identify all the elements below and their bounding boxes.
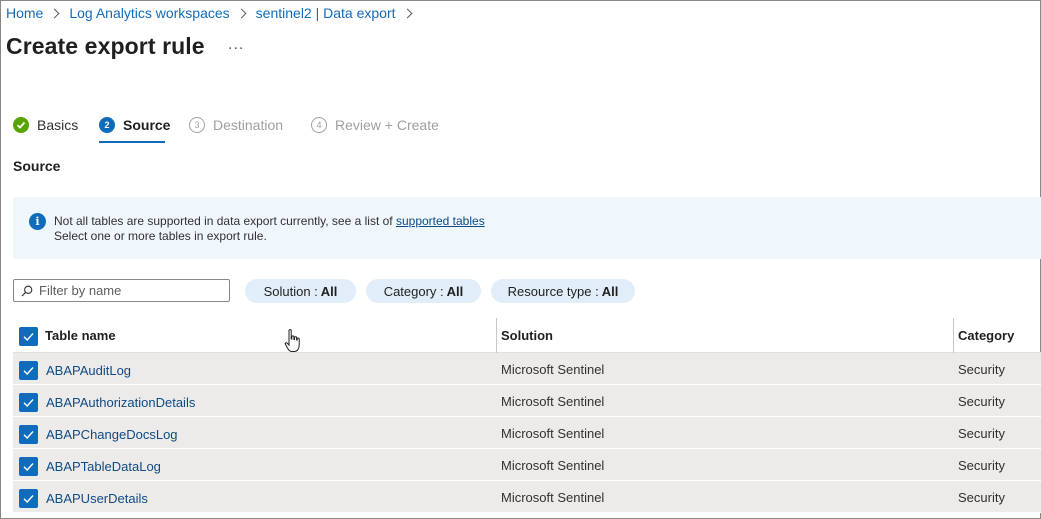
table-header: Table name Solution Category <box>13 318 1041 353</box>
checkmark-icon <box>23 333 34 342</box>
table-row[interactable]: ABAPTableDataLog Microsoft Sentinel Secu… <box>13 449 1041 481</box>
category-cell: Security <box>958 490 1005 505</box>
step-number-icon: 2 <box>99 117 115 133</box>
checkmark-icon <box>23 495 34 504</box>
checkmark-icon <box>23 431 34 440</box>
step-number-icon: 4 <box>311 117 327 133</box>
solution-cell: Microsoft Sentinel <box>501 426 605 441</box>
more-options-button[interactable]: ... <box>228 36 244 54</box>
category-cell: Security <box>958 458 1005 473</box>
table-name-cell[interactable]: ABAPAuditLog <box>46 363 131 378</box>
info-line-1: Not all tables are supported in data exp… <box>54 214 396 228</box>
solution-filter-pill[interactable]: Solution : All <box>245 279 356 303</box>
tables-grid: Table name Solution Category ABAPAuditLo… <box>13 318 1041 513</box>
filter-by-name-input[interactable] <box>39 283 219 298</box>
table-name-cell[interactable]: ABAPChangeDocsLog <box>46 427 178 442</box>
resource-type-filter-pill[interactable]: Resource type : All <box>491 279 635 303</box>
chevron-right-icon <box>236 8 247 18</box>
info-line-2: Select one or more tables in export rule… <box>54 229 267 243</box>
info-message-bar: i Not all tables are supported in data e… <box>13 197 1041 259</box>
checkmark-icon <box>13 117 29 133</box>
chevron-right-icon <box>402 8 412 18</box>
step-basics[interactable]: Basics <box>13 117 78 133</box>
pill-value: All <box>320 283 338 299</box>
section-title: Source <box>13 158 61 174</box>
breadcrumb-data-export[interactable]: sentinel2 | Data export <box>256 5 396 21</box>
page-title: Create export rule <box>6 33 205 59</box>
pill-label: Resource type : <box>507 283 599 299</box>
step-destination[interactable]: 3 Destination <box>189 117 283 133</box>
checkmark-icon <box>23 367 34 376</box>
step-label: Destination <box>213 117 284 133</box>
solution-cell: Microsoft Sentinel <box>501 458 605 473</box>
pill-label: Category : <box>383 283 444 299</box>
column-header-category[interactable]: Category <box>958 328 1014 343</box>
table-row[interactable]: ABAPAuthorizationDetails Microsoft Senti… <box>13 385 1041 417</box>
row-checkbox[interactable] <box>19 393 38 412</box>
category-cell: Security <box>958 426 1005 441</box>
step-label: Review + Create <box>335 117 439 133</box>
table-row[interactable]: ABAPAuditLog Microsoft Sentinel Security <box>13 353 1041 385</box>
table-name-cell[interactable]: ABAPUserDetails <box>46 491 148 506</box>
row-checkbox[interactable] <box>19 361 38 380</box>
row-checkbox[interactable] <box>19 457 38 476</box>
pill-value: All <box>601 283 619 299</box>
step-review-create[interactable]: 4 Review + Create <box>311 117 439 133</box>
row-checkbox[interactable] <box>19 489 38 508</box>
solution-cell: Microsoft Sentinel <box>501 490 605 505</box>
checkmark-icon <box>23 399 34 408</box>
table-row[interactable]: ABAPChangeDocsLog Microsoft Sentinel Sec… <box>13 417 1041 449</box>
filter-by-name-box[interactable] <box>13 279 230 302</box>
breadcrumb-log-analytics-workspaces[interactable]: Log Analytics workspaces <box>69 5 229 21</box>
step-number-icon: 3 <box>189 117 205 133</box>
active-step-indicator <box>99 141 165 143</box>
column-header-solution[interactable]: Solution <box>501 328 553 343</box>
info-icon: i <box>29 213 46 230</box>
table-name-cell[interactable]: ABAPAuthorizationDetails <box>46 395 195 410</box>
checkmark-icon <box>23 463 34 472</box>
column-divider[interactable] <box>496 318 497 353</box>
category-filter-pill[interactable]: Category : All <box>366 279 481 303</box>
category-cell: Security <box>958 362 1005 377</box>
solution-cell: Microsoft Sentinel <box>501 394 605 409</box>
select-all-checkbox[interactable] <box>19 327 38 346</box>
step-label: Source <box>123 117 171 133</box>
pill-value: All <box>446 283 464 299</box>
column-divider[interactable] <box>953 318 954 353</box>
breadcrumb-home[interactable]: Home <box>6 5 43 21</box>
hand-cursor-icon <box>284 329 300 352</box>
table-row[interactable]: ABAPUserDetails Microsoft Sentinel Secur… <box>13 481 1041 513</box>
category-cell: Security <box>958 394 1005 409</box>
step-source[interactable]: 2 Source <box>99 117 170 133</box>
step-label: Basics <box>37 117 79 133</box>
pill-label: Solution : <box>263 283 318 299</box>
column-header-table-name[interactable]: Table name <box>45 328 116 343</box>
solution-cell: Microsoft Sentinel <box>501 362 605 377</box>
table-name-cell[interactable]: ABAPTableDataLog <box>46 459 161 474</box>
chevron-right-icon <box>49 8 60 18</box>
supported-tables-link[interactable]: supported tables <box>396 214 485 228</box>
breadcrumb: Home Log Analytics workspaces sentinel2 … <box>6 5 422 21</box>
info-message-text: Not all tables are supported in data exp… <box>54 214 485 244</box>
search-icon <box>21 285 33 296</box>
row-checkbox[interactable] <box>19 425 38 444</box>
